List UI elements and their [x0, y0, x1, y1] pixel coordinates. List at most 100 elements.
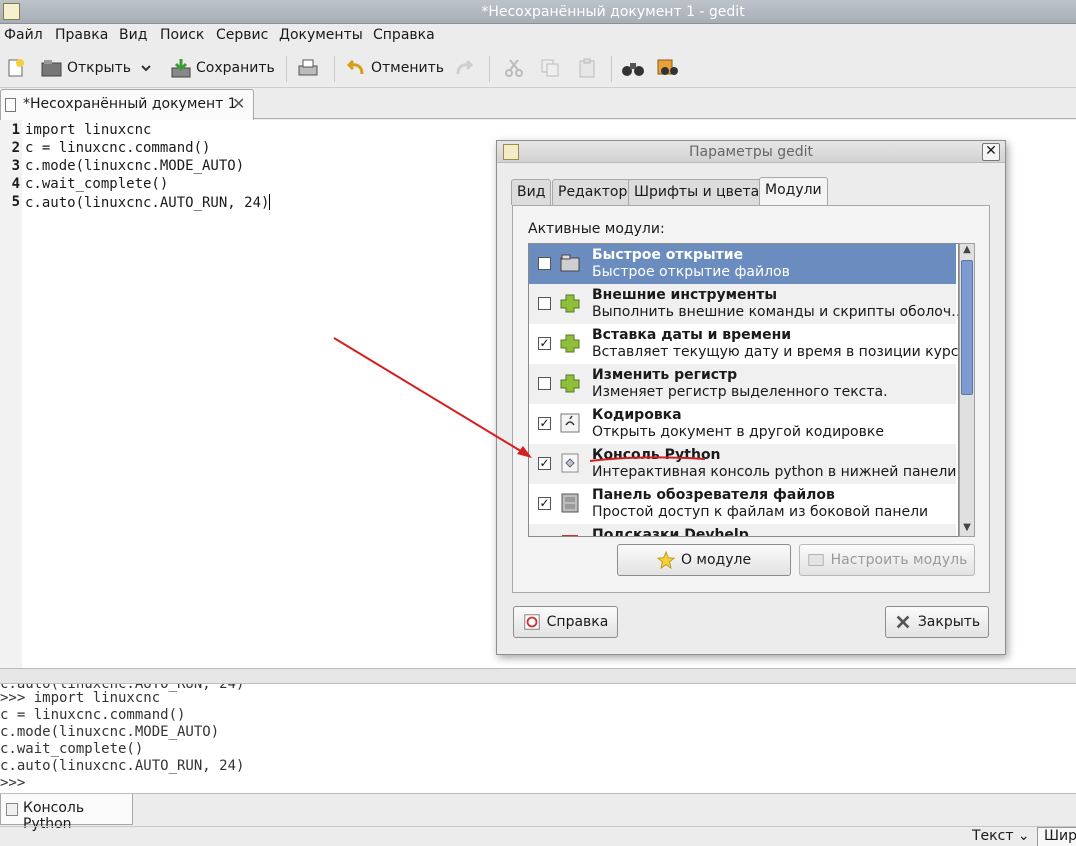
plugin-list[interactable]: Быстрое открытие Быстрое открытие файлов…	[528, 243, 959, 537]
console-line: c.mode(linuxcnc.MODE_AUTO)	[0, 724, 220, 740]
menu-file[interactable]: Файл	[4, 27, 43, 43]
clipboard-icon	[579, 58, 595, 78]
star-icon	[656, 551, 675, 569]
tab-plugins[interactable]: Модули	[759, 177, 828, 207]
code-line: import linuxcnc	[25, 122, 152, 138]
menu-edit[interactable]: Правка	[55, 27, 108, 43]
menu-view[interactable]: Вид	[119, 27, 147, 43]
code-line: c.mode(linuxcnc.MODE_AUTO)	[25, 158, 245, 174]
toolbar: Открыть Сохранить Отменить	[0, 48, 1076, 88]
tab-view[interactable]: Вид	[511, 179, 552, 205]
plugin-name: Консоль Python	[592, 447, 721, 463]
help-label: Справка	[546, 614, 609, 630]
find-replace-button[interactable]	[657, 56, 681, 80]
plugins-panel: Активные модули: Быстрое открытие Быстро…	[512, 205, 990, 593]
plugin-name: Изменить регистр	[592, 367, 738, 383]
menu-help[interactable]: Справка	[373, 27, 435, 43]
plugin-name: Кодировка	[592, 407, 682, 423]
find-button[interactable]	[621, 56, 645, 80]
cut-button[interactable]	[503, 56, 525, 80]
close-button[interactable]: Закрыть	[885, 606, 989, 638]
line-number: 3	[11, 158, 20, 174]
plugin-row[interactable]: Изменить регистр Изменяет регистр выделе…	[529, 364, 956, 404]
plugin-row[interactable]: ✓ Кодировка Открыть документ в другой ко…	[529, 404, 956, 444]
menu-documents[interactable]: Документы	[279, 27, 363, 43]
plugin-description: Интерактивная консоль python в нижней па…	[592, 464, 957, 480]
document-tab-label: *Несохранённый документ 1	[23, 96, 237, 112]
plugin-checkbox[interactable]: ✓	[538, 417, 551, 430]
gedit-window: *Несохранённый документ 1 - gedit Файл П…	[0, 0, 1076, 846]
plugin-checkbox[interactable]: ✓	[538, 497, 551, 510]
python-console-tab[interactable]: Консоль Python	[0, 794, 133, 832]
title-bar: *Несохранённый документ 1 - gedit	[0, 0, 1076, 24]
plugin-row[interactable]: Подсказки Devhelp	[529, 524, 956, 537]
configure-plugin-label: Настроить модуль	[830, 552, 968, 568]
copy-icon	[541, 59, 559, 77]
toolbar-separator	[489, 56, 490, 82]
undo-button[interactable]: Отменить	[345, 56, 444, 80]
menu-bar: Файл Правка Вид Поиск Сервис Документы С…	[0, 24, 1076, 48]
encoding-icon	[560, 413, 580, 433]
line-number: 4	[11, 176, 20, 192]
scroll-down-icon[interactable]: ▼	[960, 522, 974, 536]
language-selector[interactable]: Текст ⌄	[972, 828, 1030, 844]
plugin-description: Вставляет текущую дату и время в позиции…	[592, 344, 959, 360]
print-button[interactable]	[297, 56, 319, 80]
plugin-row[interactable]: ✓ Консоль Python Интерактивная консоль p…	[529, 444, 956, 484]
tab-editor[interactable]: Редактор	[552, 179, 634, 205]
plugin-list-scrollbar[interactable]: ▲ ▼	[959, 243, 975, 537]
scroll-up-icon[interactable]: ▲	[960, 244, 974, 258]
code-line-text: c.auto(linuxcnc.AUTO_RUN, 24)	[25, 195, 270, 211]
document-tabs: *Несохранённый документ 1 ✕	[0, 89, 1076, 120]
plugin-row[interactable]: Внешние инструменты Выполнить внешние ко…	[529, 284, 958, 324]
open-dropdown-button[interactable]	[140, 56, 152, 80]
plugin-name: Подсказки Devhelp	[592, 527, 749, 537]
configure-plugin-button[interactable]: Настроить модуль	[799, 544, 975, 576]
line-number: 2	[11, 140, 20, 156]
paste-button[interactable]	[576, 56, 598, 80]
pane-separator[interactable]	[0, 668, 1076, 684]
redo-button[interactable]	[453, 56, 475, 80]
console-line: c = linuxcnc.command()	[0, 707, 186, 723]
plugin-row[interactable]: ✓ Панель обозревателя файлов Простой дос…	[529, 484, 956, 524]
close-tab-icon[interactable]: ✕	[232, 94, 245, 113]
dialog-title: Параметры gedit	[688, 144, 814, 160]
undo-icon	[346, 59, 364, 75]
close-label: Закрыть	[917, 614, 981, 630]
about-plugin-button[interactable]: О модуле	[617, 544, 791, 576]
save-button[interactable]: Сохранить	[170, 56, 275, 80]
new-document-button[interactable]	[6, 56, 26, 80]
console-icon	[6, 803, 18, 816]
code-line: c = linuxcnc.command()	[25, 140, 211, 156]
active-modules-label: Активные модули:	[528, 221, 665, 237]
book-icon	[562, 535, 578, 536]
copy-button[interactable]	[539, 56, 561, 80]
tab-width-selector[interactable]: Шир	[1037, 827, 1076, 846]
plugin-description: Открыть документ в другой кодировке	[592, 424, 884, 440]
plugin-checkbox[interactable]: ✓	[538, 337, 551, 350]
plugin-checkbox[interactable]: ✓	[538, 457, 551, 470]
plugin-description: Быстрое открытие файлов	[592, 264, 790, 280]
dialog-close-icon[interactable]: ✕	[982, 143, 1000, 161]
menu-tools[interactable]: Сервис	[216, 27, 268, 43]
save-icon	[171, 59, 191, 78]
console-line: c.wait_complete()	[0, 741, 144, 757]
open-button[interactable]: Открыть	[41, 56, 131, 80]
plugin-checkbox[interactable]	[538, 297, 551, 310]
plugin-row[interactable]: Быстрое открытие Быстрое открытие файлов	[529, 244, 956, 284]
console-line: >>> import linuxcnc	[0, 690, 161, 706]
plugin-checkbox[interactable]	[538, 377, 551, 390]
python-console[interactable]: c.auto(linuxcnc.AUTO_RUN, 24) >>> import…	[0, 684, 1076, 793]
plugin-name: Вставка даты и времени	[592, 327, 792, 343]
console-prompt: >>>	[0, 775, 26, 791]
folder-icon	[560, 254, 580, 272]
plugin-checkbox[interactable]	[538, 257, 551, 270]
tab-fonts-colors[interactable]: Шрифты и цвета	[628, 179, 766, 205]
help-button[interactable]: Справка	[513, 606, 618, 638]
plugin-row[interactable]: ✓ Вставка даты и времени Вставляет текущ…	[529, 324, 959, 364]
code-line-current: c.auto(linuxcnc.AUTO_RUN, 24)	[25, 194, 271, 211]
scrollbar-thumb[interactable]	[961, 260, 973, 395]
menu-search[interactable]: Поиск	[160, 27, 204, 43]
document-tab[interactable]: *Несохранённый документ 1 ✕	[0, 89, 254, 120]
console-line: c.auto(linuxcnc.AUTO_RUN, 24)	[0, 758, 245, 774]
